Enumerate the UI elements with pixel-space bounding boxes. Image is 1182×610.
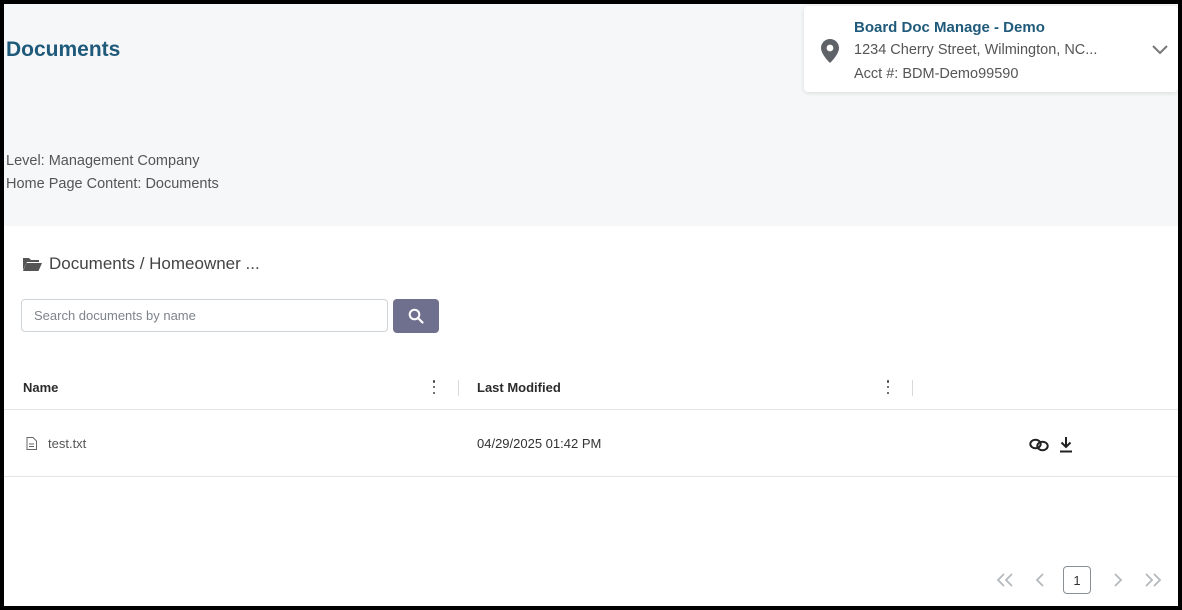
next-page-button[interactable] [1110, 566, 1126, 594]
first-page-icon [996, 573, 1013, 587]
file-last-modified: 04/29/2025 01:42 PM [477, 436, 602, 451]
first-page-button[interactable] [994, 566, 1016, 594]
link-icon[interactable] [1029, 438, 1049, 452]
home-page-content-label: Home Page Content: Documents [6, 176, 219, 192]
table-header: Name Last Modified [4, 371, 1178, 410]
chevron-down-icon[interactable] [1151, 44, 1169, 56]
column-menu-icon[interactable] [884, 379, 892, 395]
level-label: Level: Management Company [6, 153, 200, 169]
map-pin-icon [821, 39, 839, 63]
app-frame: Documents Board Doc Manage - Demo 1234 C… [4, 4, 1178, 606]
column-menu-icon[interactable] [430, 379, 438, 395]
last-page-icon [1145, 573, 1162, 587]
breadcrumb: Documents / Homeowner ... [22, 253, 260, 275]
file-icon [26, 437, 37, 450]
breadcrumb-path[interactable]: Documents / Homeowner ... [49, 254, 260, 274]
account-address: 1234 Cherry Street, Wilmington, NC... [854, 42, 1098, 58]
search-icon [408, 308, 424, 324]
search-button[interactable] [393, 299, 439, 333]
account-number: Acct #: BDM-Demo99590 [854, 66, 1019, 82]
search-input[interactable] [21, 299, 388, 332]
next-page-icon [1114, 573, 1123, 587]
last-page-button[interactable] [1142, 566, 1164, 594]
table-row[interactable]: test.txt 04/29/2025 01:42 PM [4, 410, 1178, 477]
column-divider[interactable] [912, 380, 913, 396]
current-page-button[interactable]: 1 [1063, 566, 1091, 594]
page-header-area: Documents Board Doc Manage - Demo 1234 C… [4, 4, 1178, 226]
account-name: Board Doc Manage - Demo [854, 19, 1045, 36]
folder-open-icon [23, 258, 42, 271]
file-name[interactable]: test.txt [48, 436, 86, 451]
download-icon[interactable] [1059, 436, 1073, 453]
account-selector[interactable]: Board Doc Manage - Demo 1234 Cherry Stre… [804, 6, 1178, 92]
column-divider[interactable] [458, 380, 459, 396]
previous-page-icon [1035, 573, 1044, 587]
column-header-name[interactable]: Name [23, 380, 58, 395]
page-title: Documents [6, 38, 121, 61]
column-header-last-modified[interactable]: Last Modified [477, 380, 561, 395]
previous-page-button[interactable] [1032, 566, 1048, 594]
